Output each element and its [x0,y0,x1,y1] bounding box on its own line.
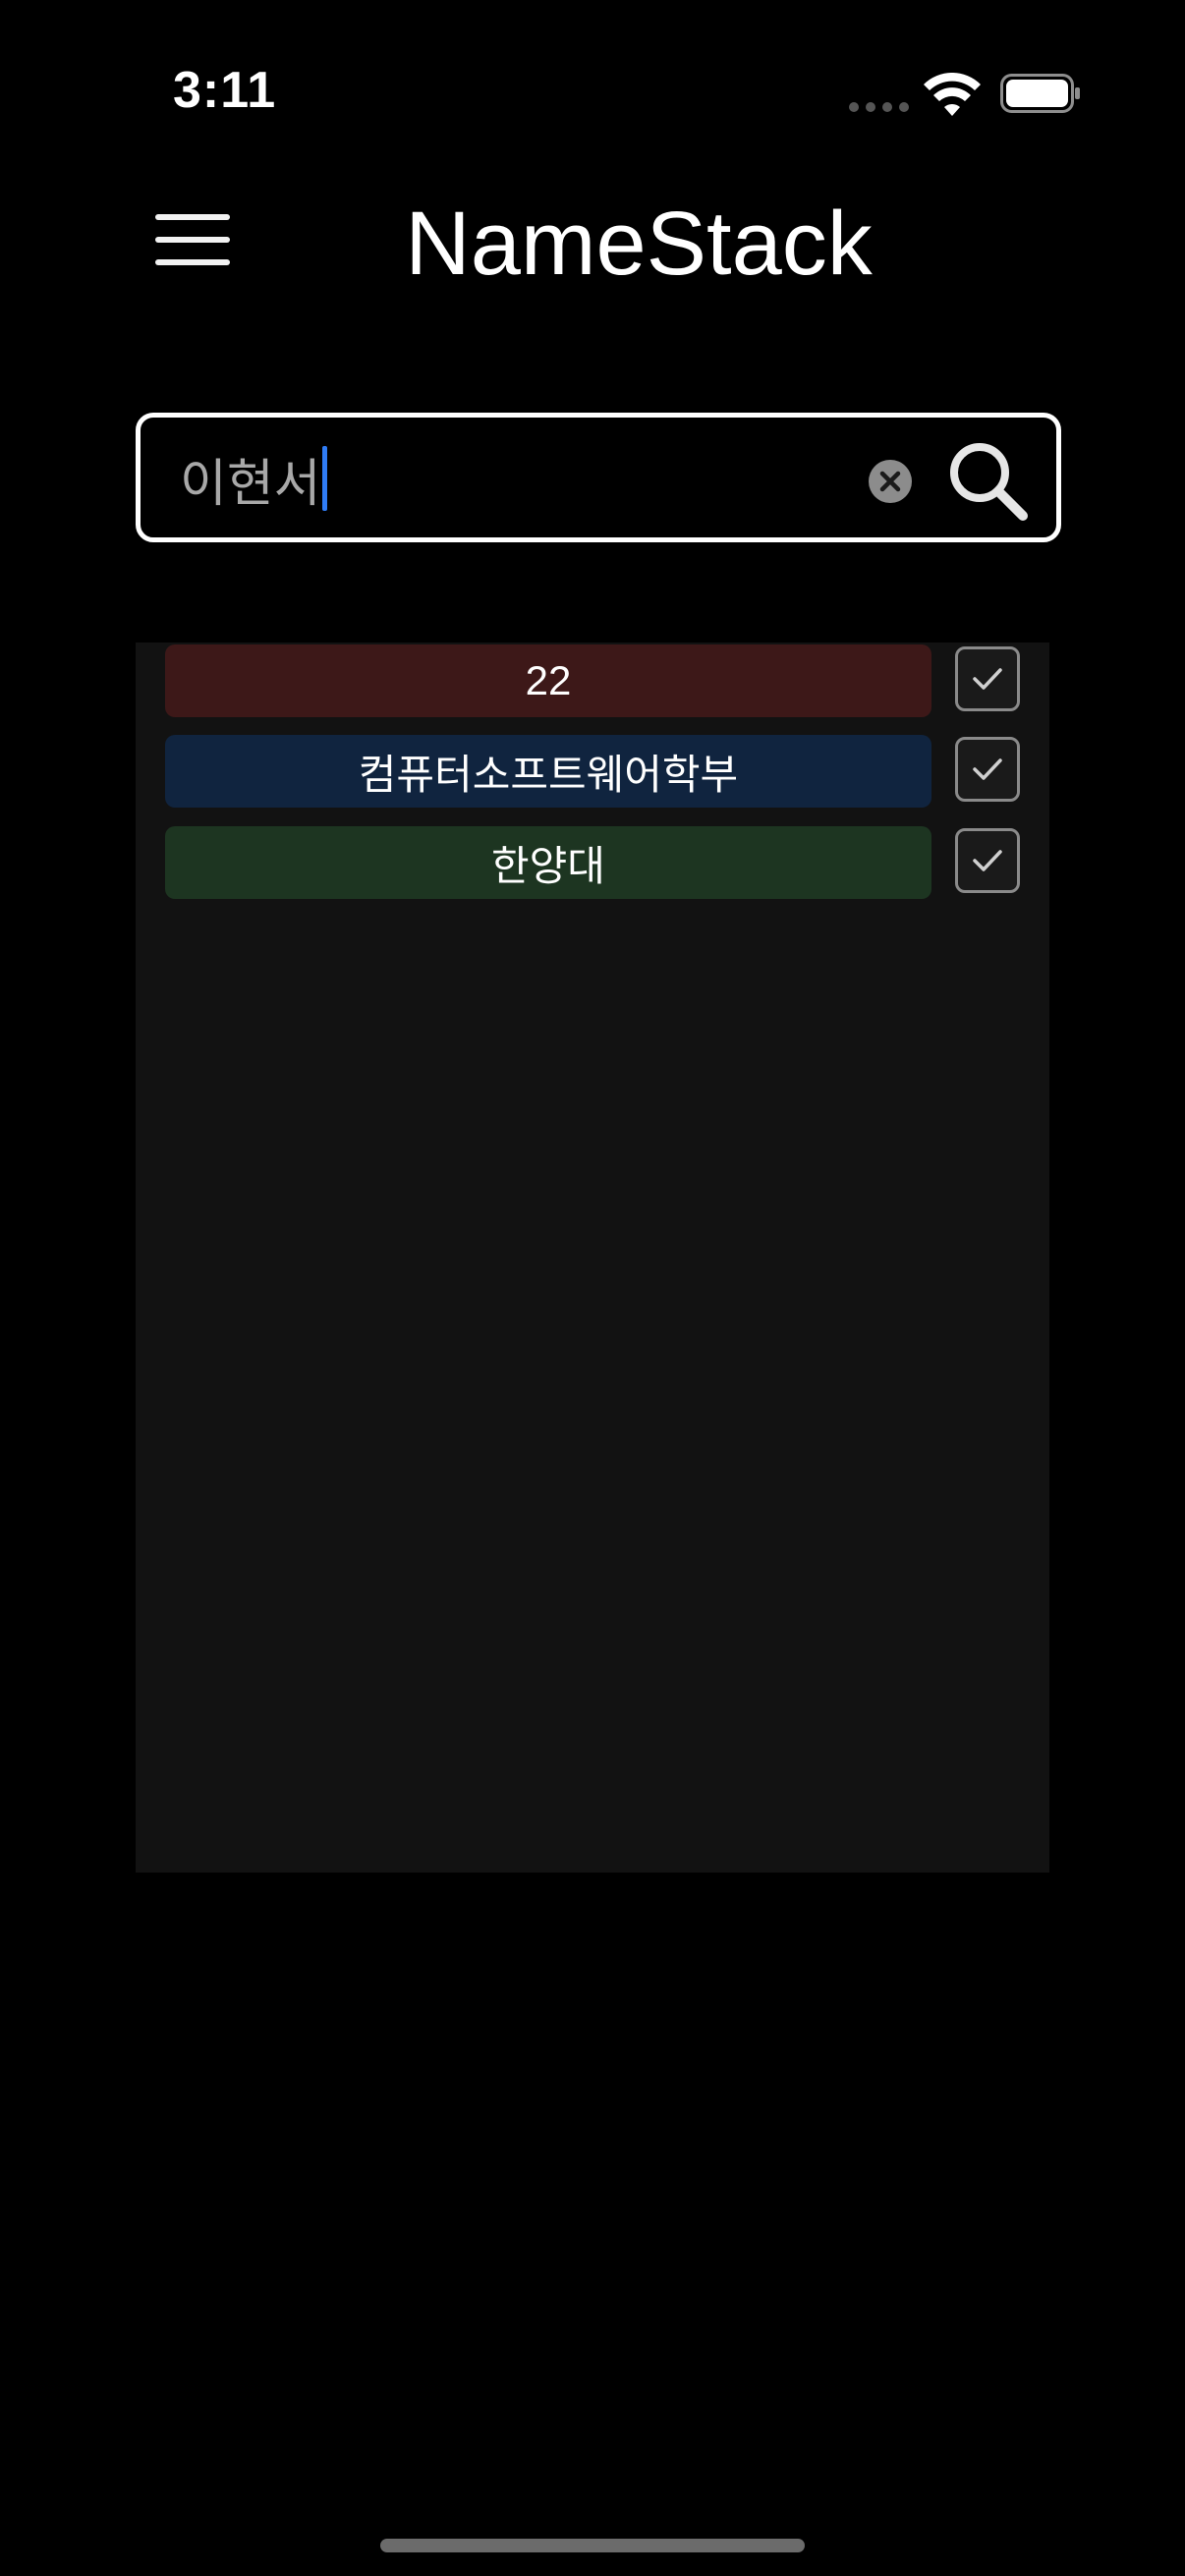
tag-label: 22 [525,657,572,703]
tag-row: 한양대 [165,826,1020,899]
search-input-value: 이현서 [180,455,321,513]
tag-chip[interactable]: 한양대 [165,826,931,899]
battery-icon [1000,74,1080,113]
magnifier-icon[interactable] [946,439,1031,524]
clear-circle-icon[interactable] [868,459,913,504]
tag-row: 22 [165,644,1020,717]
tag-checkbox[interactable] [955,646,1020,711]
tag-checkbox[interactable] [955,737,1020,802]
text-caret [321,446,327,511]
search-input[interactable]: 이현서 [180,445,327,513]
checkmark-icon [973,758,1002,780]
cellular-signal-icon [849,102,909,112]
app-screen: 3:11 NameStack 이현서 22 컴퓨터소프트웨어학부 한양대 [0,0,1185,2576]
checkmark-icon [973,850,1002,871]
checkmark-icon [973,668,1002,690]
tag-label: 컴퓨터소프트웨어학부 [358,751,739,798]
tag-chip[interactable]: 22 [165,644,931,717]
tag-row: 컴퓨터소프트웨어학부 [165,735,1020,808]
app-title: NameStack [405,194,873,294]
search-field[interactable]: 이현서 [136,413,1061,542]
tag-chip[interactable]: 컴퓨터소프트웨어학부 [165,735,931,808]
tag-checkbox[interactable] [955,828,1020,893]
tag-label: 한양대 [491,842,605,889]
tag-list-panel: 22 컴퓨터소프트웨어학부 한양대 [136,643,1049,1873]
status-time: 3:11 [173,62,277,119]
home-indicator[interactable] [380,2539,805,2552]
wifi-icon [924,73,981,116]
